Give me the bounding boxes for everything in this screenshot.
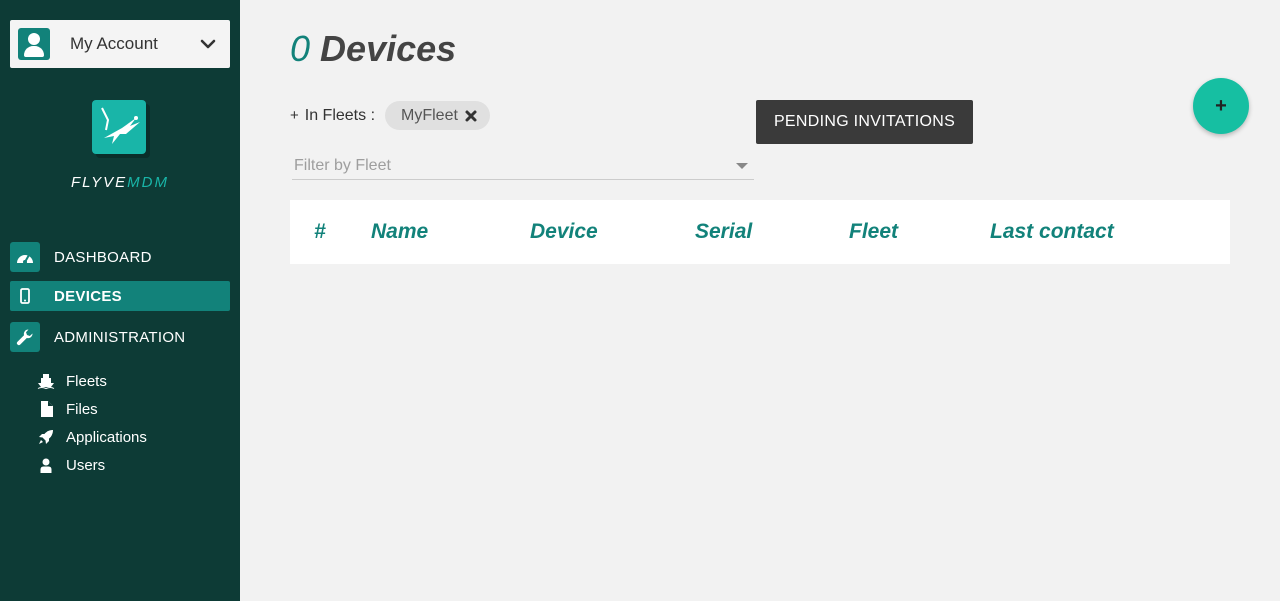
- nav-item-devices[interactable]: DEVICES: [10, 281, 230, 311]
- sidebar-item-files[interactable]: Files: [36, 398, 98, 420]
- nav-label-devices: DEVICES: [54, 287, 122, 305]
- sidebar: My Account FLYVEMDM DASHBOARD DEVICES AD…: [0, 0, 240, 601]
- sidebar-label-files: Files: [66, 400, 98, 418]
- sidebar-label-fleets: Fleets: [66, 372, 107, 390]
- add-device-button[interactable]: +: [1193, 78, 1249, 134]
- user-icon: [36, 456, 56, 474]
- sidebar-item-applications[interactable]: Applications: [36, 426, 147, 448]
- flyve-logo-icon: [92, 100, 150, 158]
- column-header-fleet[interactable]: Fleet: [849, 200, 898, 264]
- devices-table-header: # Name Device Serial Fleet Last contact: [290, 200, 1230, 264]
- logo-text-mdm: MDM: [127, 174, 169, 191]
- dashboard-icon: [10, 242, 40, 272]
- fleet-filter-placeholder: Filter by Fleet: [294, 156, 391, 174]
- caret-down-icon: [736, 162, 748, 169]
- close-icon[interactable]: [464, 109, 478, 123]
- logo-text: FLYVEMDM: [0, 174, 240, 191]
- fleet-chip: MyFleet: [385, 101, 490, 130]
- chevron-down-icon: [200, 39, 216, 49]
- column-header-number[interactable]: #: [314, 200, 326, 264]
- account-dropdown[interactable]: My Account: [10, 20, 230, 68]
- fleet-icon: [36, 372, 56, 390]
- fleets-filter-row: + In Fleets : MyFleet: [290, 101, 490, 130]
- add-fleet-filter-button[interactable]: +: [290, 107, 299, 124]
- device-count: 0: [290, 28, 311, 69]
- sidebar-item-users[interactable]: Users: [36, 454, 105, 476]
- nav-label-administration: ADMINISTRATION: [54, 328, 186, 346]
- column-header-name[interactable]: Name: [371, 200, 428, 264]
- nav-label-dashboard: DASHBOARD: [54, 248, 152, 266]
- mobile-icon: [10, 281, 40, 311]
- column-header-serial[interactable]: Serial: [695, 200, 752, 264]
- fleets-label: In Fleets :: [304, 106, 376, 124]
- column-header-last-contact[interactable]: Last contact: [990, 200, 1114, 264]
- account-label: My Account: [70, 34, 158, 53]
- sidebar-label-applications: Applications: [66, 428, 147, 446]
- column-header-device[interactable]: Device: [530, 200, 598, 264]
- nav-item-administration[interactable]: ADMINISTRATION: [10, 322, 230, 352]
- page-title-text: Devices: [320, 28, 457, 69]
- logo-text-flyve: FLYVE: [71, 174, 128, 191]
- rocket-icon: [36, 428, 56, 446]
- wrench-icon: [10, 322, 40, 352]
- file-icon: [36, 400, 56, 418]
- fleet-chip-label: MyFleet: [401, 106, 458, 124]
- fleet-filter-select[interactable]: Filter by Fleet: [292, 152, 754, 180]
- avatar-icon: [18, 28, 50, 60]
- pending-invitations-button[interactable]: PENDING INVITATIONS: [756, 100, 973, 144]
- nav-item-dashboard[interactable]: DASHBOARD: [10, 242, 230, 272]
- sidebar-label-users: Users: [66, 456, 106, 474]
- page-title: 0 Devices: [290, 28, 456, 70]
- sidebar-item-fleets[interactable]: Fleets: [36, 370, 107, 392]
